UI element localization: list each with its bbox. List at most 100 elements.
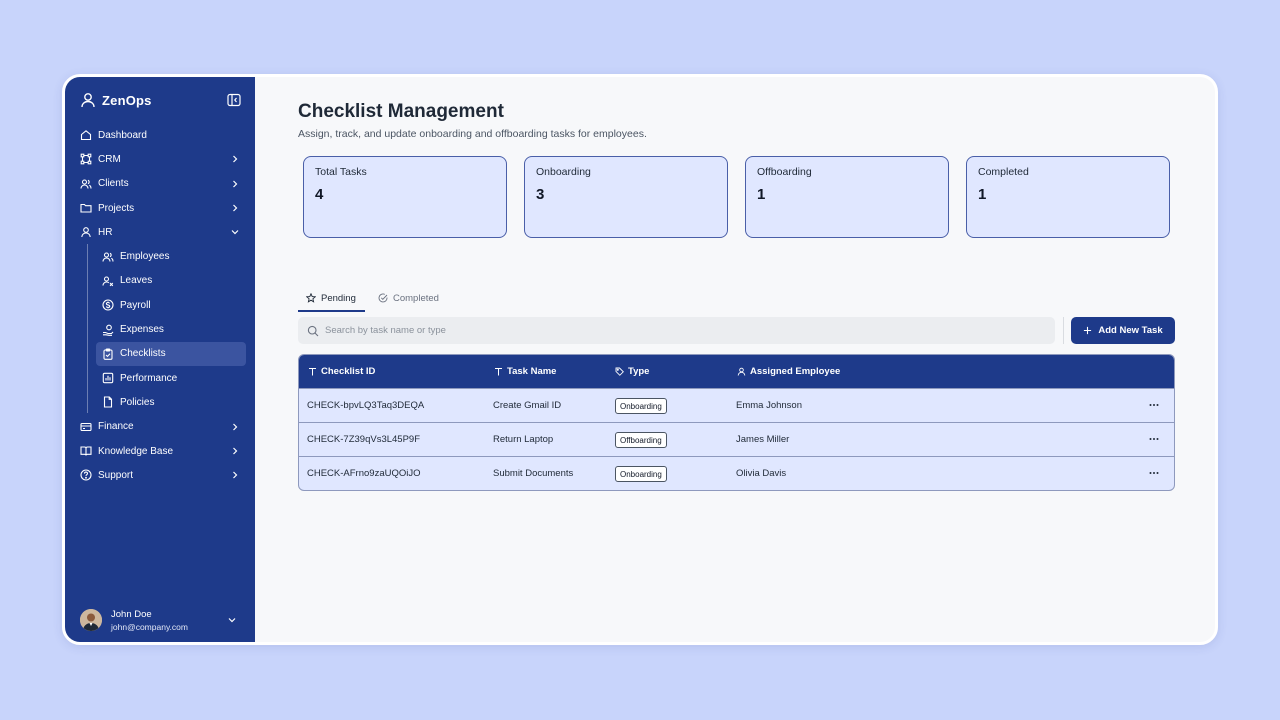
- avatar: [80, 609, 102, 631]
- stat-value: 4: [315, 186, 324, 203]
- brand[interactable]: ZenOps: [80, 89, 152, 111]
- stat-card-total-tasks: Total Tasks 4: [303, 156, 507, 238]
- stat-label: Completed: [978, 166, 1029, 178]
- tab-active-indicator: [298, 310, 365, 312]
- check-circle-icon: [378, 293, 388, 303]
- column-header-task-name[interactable]: Task Name: [494, 355, 556, 388]
- sidebar-item-label: Clients: [98, 178, 129, 190]
- home-icon: [80, 129, 92, 141]
- sidebar-item-checklists[interactable]: Checklists: [96, 341, 246, 366]
- clipboard-check-icon: [102, 348, 114, 360]
- more-options-icon[interactable]: [1148, 433, 1160, 445]
- book-icon: [80, 445, 92, 457]
- cell-task-name: Create Gmail ID: [493, 400, 562, 411]
- expenses-icon: [102, 324, 114, 336]
- cell-task-name: Return Laptop: [493, 434, 554, 445]
- tab-label: Pending: [321, 292, 356, 304]
- column-header-label: Type: [628, 366, 650, 377]
- type-badge: Onboarding: [615, 466, 667, 482]
- column-header-assigned-employee[interactable]: Assigned Employee: [737, 355, 840, 388]
- users-icon: [80, 178, 92, 190]
- search-icon: [307, 325, 319, 336]
- file-icon: [102, 396, 114, 408]
- column-header-label: Checklist ID: [321, 366, 376, 377]
- more-options-icon[interactable]: [1148, 467, 1160, 479]
- sidebar-item-projects[interactable]: Projects: [65, 196, 255, 220]
- cell-task-name: Submit Documents: [493, 468, 574, 479]
- sidebar-item-label: Employees: [120, 251, 170, 263]
- folder-icon: [80, 202, 92, 214]
- sidebar-item-knowledge-base[interactable]: Knowledge Base: [65, 439, 255, 463]
- chevron-right-icon: [233, 423, 238, 430]
- chevron-right-icon: [233, 471, 238, 479]
- sidebar-item-label: Policies: [120, 396, 155, 408]
- search-bar[interactable]: [298, 317, 1055, 344]
- stat-card-onboarding: Onboarding 3: [524, 156, 728, 238]
- add-button-label: Add New Task: [1098, 325, 1163, 336]
- search-input[interactable]: [325, 325, 1025, 336]
- page-subtitle: Assign, track, and update onboarding and…: [298, 128, 647, 140]
- stat-label: Onboarding: [536, 166, 591, 178]
- sidebar-item-label: Payroll: [120, 299, 151, 311]
- user-profile[interactable]: John Doe john@company.com: [80, 605, 245, 635]
- page-title: Checklist Management: [298, 101, 504, 122]
- chevron-right-icon: [233, 447, 238, 455]
- sidebar-collapse-icon[interactable]: [227, 93, 241, 107]
- crm-icon: [80, 153, 92, 165]
- sidebar-item-performance[interactable]: Performance: [65, 366, 255, 390]
- column-header-checklist-id[interactable]: Checklist ID: [308, 355, 375, 388]
- brand-name: ZenOps: [102, 92, 152, 108]
- sidebar-item-policies[interactable]: Policies: [65, 390, 255, 414]
- more-options-icon[interactable]: [1148, 399, 1160, 411]
- stat-label: Total Tasks: [315, 166, 367, 178]
- table-row[interactable]: CHECK-7Z39qVs3L45P9F Return Laptop Offbo…: [299, 422, 1174, 456]
- sidebar-item-employees[interactable]: Employees: [65, 244, 255, 268]
- sidebar-item-label: Support: [98, 469, 134, 481]
- dollar-icon: [102, 299, 114, 311]
- sidebar-item-clients[interactable]: Clients: [65, 172, 255, 196]
- divider: [1063, 317, 1064, 344]
- sidebar-item-support[interactable]: Support: [65, 463, 255, 487]
- sidebar-item-payroll[interactable]: Payroll: [65, 293, 255, 317]
- column-header-label: Assigned Employee: [750, 366, 841, 377]
- sidebar-nav: Dashboard CRM Clients Projects HR Employ…: [65, 123, 255, 487]
- table-header: Checklist ID Task Name Type Assigned Emp…: [299, 355, 1174, 388]
- add-new-task-button[interactable]: Add New Task: [1071, 317, 1175, 344]
- chevron-right-icon: [233, 155, 238, 163]
- tab-pending[interactable]: Pending: [306, 284, 356, 312]
- cell-assigned-employee: Emma Johnson: [736, 400, 803, 411]
- chevron-right-icon: [233, 180, 238, 188]
- sidebar-item-label: Checklists: [120, 348, 166, 360]
- tab-completed[interactable]: Completed: [378, 284, 439, 312]
- hr-submenu: Employees Leaves Payroll Expenses Checkl…: [65, 244, 255, 414]
- user-x-icon: [102, 275, 114, 287]
- cell-assigned-employee: Olivia Davis: [736, 468, 787, 479]
- table-row[interactable]: CHECK-bpvLQ3Taq3DEQA Create Gmail ID Onb…: [299, 388, 1174, 422]
- sidebar-item-expenses[interactable]: Expenses: [65, 317, 255, 341]
- tab-label: Completed: [393, 292, 439, 304]
- user-name: John Doe: [111, 608, 152, 620]
- sidebar-item-hr[interactable]: HR: [65, 220, 255, 244]
- chevron-right-icon: [233, 204, 238, 212]
- table-row[interactable]: CHECK-AFrno9zaUQOiJO Submit Documents On…: [299, 456, 1174, 490]
- stat-card-offboarding: Offboarding 1: [745, 156, 949, 238]
- sidebar-item-leaves[interactable]: Leaves: [65, 269, 255, 293]
- chevron-down-icon[interactable]: [227, 615, 237, 625]
- column-header-type[interactable]: Type: [615, 355, 649, 388]
- users-icon: [102, 251, 114, 263]
- card-icon: [80, 421, 92, 433]
- sidebar-item-crm[interactable]: CRM: [65, 147, 255, 171]
- sidebar-item-dashboard[interactable]: Dashboard: [65, 123, 255, 147]
- sidebar: ZenOps Dashboard CRM Clients Projects HR…: [65, 77, 255, 642]
- stat-card-completed: Completed 1: [966, 156, 1170, 238]
- help-icon: [80, 469, 92, 481]
- stat-label: Offboarding: [757, 166, 812, 178]
- app-window: ZenOps Dashboard CRM Clients Projects HR…: [62, 74, 1218, 645]
- type-badge: Offboarding: [615, 432, 667, 448]
- sidebar-item-label: Leaves: [120, 275, 153, 287]
- sidebar-item-finance[interactable]: Finance: [65, 415, 255, 439]
- sidebar-item-label: Finance: [98, 421, 134, 433]
- chevron-down-icon: [231, 230, 239, 235]
- star-icon: [306, 293, 316, 303]
- sidebar-item-label: HR: [98, 226, 113, 238]
